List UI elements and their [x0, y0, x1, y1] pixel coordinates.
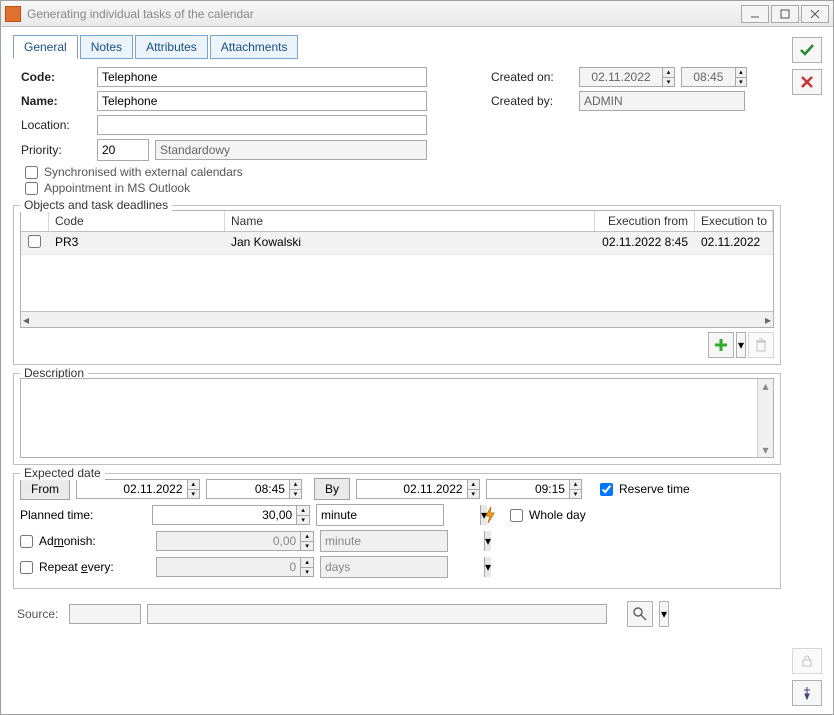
expected-date-fieldset: Expected date From ▴▾ ▴▾ By ▴▾ ▴▾ Reserv… [13, 473, 781, 589]
grid-hscroll[interactable]: ◂▸ [21, 311, 773, 327]
objects-grid[interactable]: Code Name Execution from Execution to PR… [20, 210, 774, 328]
titlebar[interactable]: Generating individual tasks of the calen… [1, 1, 833, 27]
created-by-label: Created by: [491, 94, 573, 108]
close-button[interactable] [801, 5, 829, 23]
delete-button[interactable] [748, 332, 774, 358]
maximize-button[interactable] [771, 5, 799, 23]
priority-desc [155, 140, 427, 160]
lightning-icon[interactable] [480, 505, 500, 525]
priority-combo[interactable]: ▾ [97, 139, 149, 161]
desc-vscroll[interactable]: ▴▾ [757, 379, 773, 457]
objects-fieldset: Objects and task deadlines Code Name Exe… [13, 205, 781, 365]
table-row[interactable]: PR3 Jan Kowalski 02.11.2022 8:45 02.11.2… [21, 232, 773, 255]
ok-button[interactable] [792, 37, 822, 63]
created-on-time: ▴▾ [681, 67, 747, 87]
reserve-time-checkbox[interactable]: Reserve time [600, 482, 690, 496]
outlook-checkbox[interactable]: Appointment in MS Outlook [25, 181, 451, 195]
add-dropdown[interactable]: ▾ [736, 332, 746, 358]
repeat-unit-combo: ▾ [320, 556, 448, 578]
source-code-input [69, 604, 141, 624]
priority-label: Priority: [21, 143, 91, 157]
window-title: Generating individual tasks of the calen… [27, 7, 254, 21]
cancel-button[interactable] [792, 69, 822, 95]
repeat-input: ▴▾ [156, 557, 314, 577]
minimize-button[interactable] [741, 5, 769, 23]
location-label: Location: [21, 118, 91, 132]
repeat-checkbox[interactable]: Repeat every: [20, 560, 150, 574]
expected-legend: Expected date [20, 466, 105, 480]
planned-time-label: Planned time: [20, 508, 146, 522]
from-button[interactable]: From [20, 478, 70, 500]
admonish-unit-combo: ▾ [320, 530, 448, 552]
by-time-input[interactable]: ▴▾ [486, 479, 582, 499]
objects-legend: Objects and task deadlines [20, 198, 172, 212]
planned-time-input[interactable]: ▴▾ [152, 505, 310, 525]
tab-general[interactable]: General [13, 35, 78, 59]
pin-button[interactable] [792, 680, 822, 706]
code-label: Code: [21, 70, 91, 84]
admonish-input: ▴▾ [156, 531, 314, 551]
sync-checkbox[interactable]: Synchronised with external calendars [25, 165, 451, 179]
search-button[interactable] [627, 601, 653, 627]
location-input[interactable] [97, 115, 427, 135]
created-on-date: ▴▾ [579, 67, 675, 87]
name-input[interactable] [97, 91, 427, 111]
from-time-input[interactable]: ▴▾ [206, 479, 302, 499]
tab-notes[interactable]: Notes [80, 35, 133, 59]
source-label: Source: [17, 607, 63, 621]
description-textarea[interactable]: ▴▾ [20, 378, 774, 458]
search-dropdown[interactable]: ▾ [659, 601, 669, 627]
tab-bar: General Notes Attributes Attachments [13, 35, 781, 59]
row-checkbox[interactable] [28, 235, 41, 248]
chevron-down-icon: ▾ [484, 531, 491, 551]
name-label: Name: [21, 94, 91, 108]
grid-header: Code Name Execution from Execution to [21, 211, 773, 232]
window: Generating individual tasks of the calen… [0, 0, 834, 715]
created-by-value [579, 91, 745, 111]
whole-day-checkbox[interactable]: Whole day [510, 508, 586, 522]
by-date-input[interactable]: ▴▾ [356, 479, 480, 499]
created-on-label: Created on: [491, 70, 573, 84]
chevron-down-icon: ▾ [484, 557, 491, 577]
tab-attributes[interactable]: Attributes [135, 35, 208, 59]
by-button[interactable]: By [314, 478, 350, 500]
source-name-input [147, 604, 607, 624]
app-icon [5, 6, 21, 22]
planned-unit-combo[interactable]: ▾ [316, 504, 444, 526]
code-input[interactable] [97, 67, 427, 87]
from-date-input[interactable]: ▴▾ [76, 479, 200, 499]
admonish-checkbox[interactable]: Admonish: [20, 534, 150, 548]
description-fieldset: Description ▴▾ [13, 373, 781, 465]
tab-attachments[interactable]: Attachments [210, 35, 299, 59]
lock-button[interactable] [792, 648, 822, 674]
add-button[interactable] [708, 332, 734, 358]
